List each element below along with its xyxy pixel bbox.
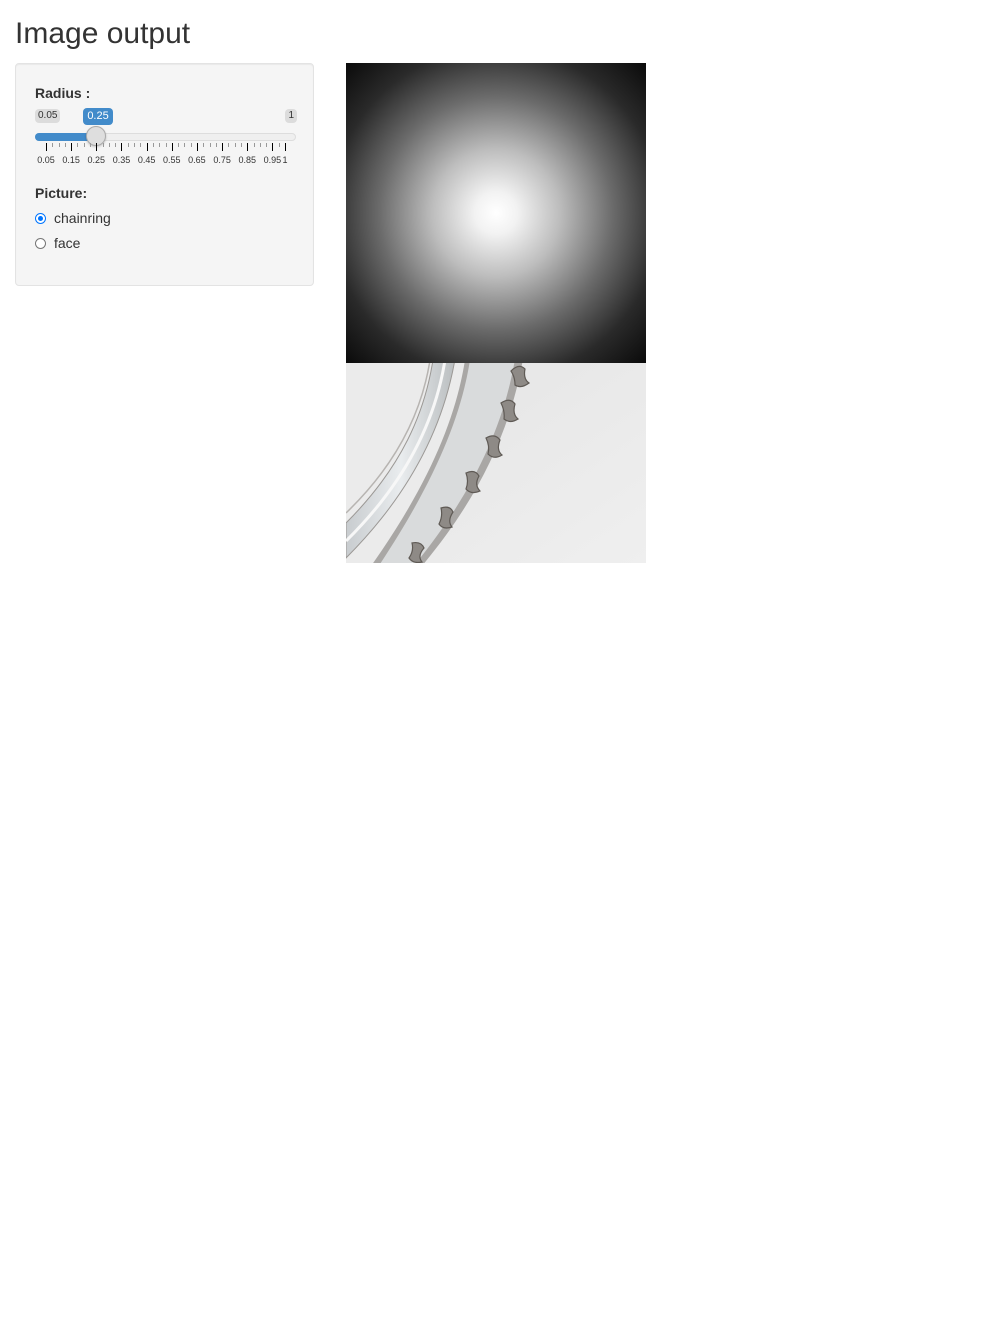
radial-gradient-image [346,63,646,363]
slider-tick-minor [203,143,205,147]
slider-tick-minor [178,143,180,147]
slider-tick-minor [266,143,268,147]
radio-button-face[interactable] [35,237,46,249]
slider-tick-minor [115,143,117,147]
radio-label-face: face [54,235,81,251]
slider-max-label: 1 [285,109,297,123]
slider-tick-major [146,143,148,151]
radio-option-chainring[interactable]: chainring [35,208,111,228]
radius-slider[interactable]: 0.05 1 0.25 0.05 0.15 0.25 0.35 0.45 0.55 0.65… [35,106,297,166]
slider-tick-minor [77,143,79,147]
slider-tick-label: 0.45 [137,155,156,165]
slider-tick-minor [165,143,167,147]
slider-tick-major [71,143,73,151]
slider-tick-label: 0.65 [188,155,206,165]
slider-tick-minor [58,143,60,147]
slider-value-label: 0.25 [83,108,113,125]
slider-tick-major [121,143,123,151]
slider-tick-major [285,143,286,151]
slider-tick-minor [140,143,142,147]
picture-label: Picture: [35,185,88,201]
slider-tick-minor [52,143,54,147]
slider-tick-minor [184,143,186,147]
slider-tick-label: 1 [282,155,288,165]
slider-tick-major [46,143,47,151]
chainring-photo [346,363,646,563]
slider-tick-label: 0.95 [263,155,282,165]
slider-min-label: 0.05 [35,109,61,123]
slider-tick-minor [134,143,136,147]
slider-tick-minor [215,143,217,147]
slider-tick-major [196,143,198,151]
slider-tick-minor [108,143,110,147]
slider-tick-minor [64,143,66,147]
slider-tick-major [96,143,98,151]
slider-tick-minor [83,143,85,147]
page-title: Image output [15,17,191,50]
slider-tick-minor [228,143,230,147]
slider-tick-minor [253,143,255,147]
radius-label: Radius : [35,85,91,101]
slider-tick-minor [102,143,104,147]
slider-tick-minor [278,143,280,147]
slider-tick-label: 0.15 [62,155,80,165]
slider-tick-minor [234,143,236,147]
slider-tick-minor [152,143,154,147]
chainring-illustration [346,363,646,563]
slider-tick-major [272,143,274,151]
sidebar-panel: Radius : 0.05 1 0.25 0.05 0.15 0.25 0.35 0.4… [15,63,314,286]
slider-tick-label: 0.25 [87,155,106,165]
slider-tick-major [171,143,173,151]
radio-option-face[interactable]: face [35,233,80,253]
slider-tick-label: 0.05 [37,155,55,165]
slider-tick-major [222,143,224,151]
slider-tick-label: 0.35 [112,155,131,165]
slider-tick-label: 0.85 [238,155,257,165]
slider-tick-minor [190,143,192,147]
slider-tick-minor [259,143,261,147]
slider-tick-minor [159,143,161,147]
slider-tick-minor [209,143,211,147]
slider-tick-minor [90,143,92,147]
slider-tick-minor [127,143,129,147]
radio-button-chainring[interactable] [35,212,46,224]
slider-tick-minor [240,143,242,147]
radio-label-chainring: chainring [54,210,111,226]
slider-tick-major [247,143,249,151]
slider-tick-label: 0.75 [213,155,231,165]
slider-tick-label: 0.55 [163,155,181,165]
